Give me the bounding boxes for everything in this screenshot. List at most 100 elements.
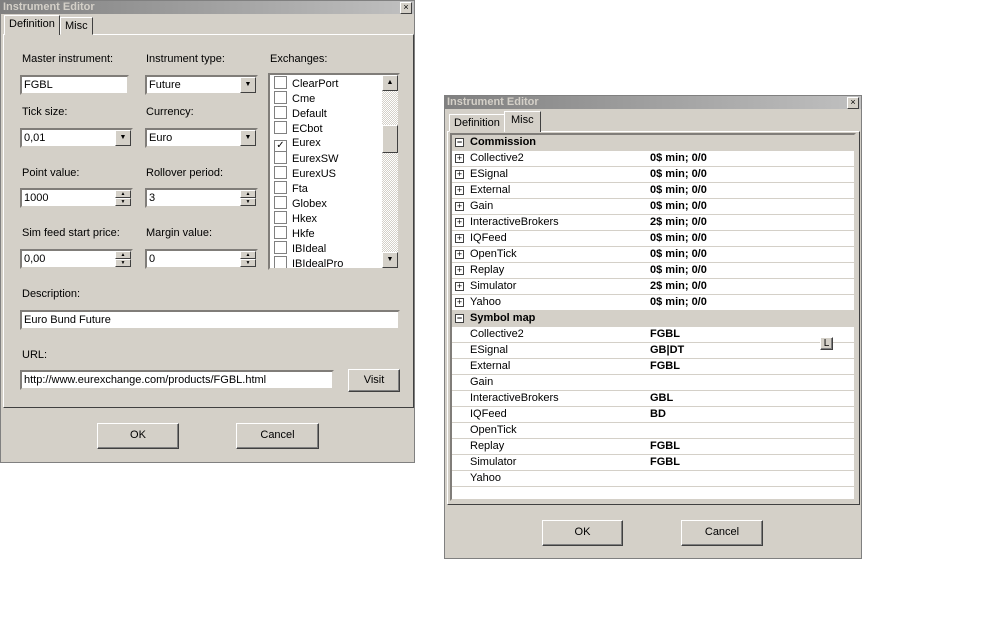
url-input[interactable]: http://www.eurexchange.com/products/FGBL… xyxy=(20,370,334,390)
tab-misc[interactable]: Misc xyxy=(60,17,93,35)
grid-row[interactable]: + Yahoo 0$ min; 0/0 xyxy=(452,295,854,311)
grid-row[interactable]: External FGBL xyxy=(452,359,854,375)
checkbox[interactable] xyxy=(274,166,287,179)
property-value[interactable]: FGBL xyxy=(647,455,854,470)
spin-down-icon[interactable]: ▼ xyxy=(115,198,131,206)
property-value[interactable]: 0$ min; 0/0 xyxy=(647,151,854,166)
exchange-item[interactable]: EurexSW xyxy=(274,151,338,166)
spin-up-icon[interactable]: ▲ xyxy=(240,190,256,198)
expand-icon[interactable]: + xyxy=(455,282,464,291)
expand-icon[interactable]: + xyxy=(455,186,464,195)
property-value[interactable]: 0$ min; 0/0 xyxy=(647,199,854,214)
property-value[interactable]: FGBL xyxy=(647,439,854,454)
spin-up-icon[interactable]: ▲ xyxy=(115,251,131,259)
close-icon[interactable]: × xyxy=(847,97,859,109)
exchange-item[interactable]: Default xyxy=(274,106,327,121)
ok-button[interactable]: OK xyxy=(97,423,179,449)
expand-icon[interactable]: + xyxy=(455,202,464,211)
exchange-item[interactable]: Hkfe xyxy=(274,226,315,241)
spin-down-icon[interactable]: ▼ xyxy=(115,259,131,267)
cancel-button[interactable]: Cancel xyxy=(681,520,763,546)
grid-row[interactable]: + ESignal 0$ min; 0/0 xyxy=(452,167,854,183)
grid-row[interactable]: + IQFeed 0$ min; 0/0 xyxy=(452,231,854,247)
grid-row[interactable]: ESignal GB|DT xyxy=(452,343,854,359)
grid-row[interactable]: Replay FGBL xyxy=(452,439,854,455)
exchange-item[interactable]: Globex xyxy=(274,196,327,211)
scrollbar[interactable]: ▲ ▼ xyxy=(382,75,398,268)
property-value[interactable]: 0$ min; 0/0 xyxy=(647,295,854,310)
property-value[interactable]: FGBL xyxy=(647,359,854,374)
checkbox[interactable] xyxy=(274,211,287,224)
checkbox[interactable] xyxy=(274,196,287,209)
spin-up-icon[interactable]: ▲ xyxy=(115,190,131,198)
rollover-period-spinner[interactable]: 3 ▲ ▼ xyxy=(145,188,258,208)
instrument-type-select[interactable]: Future ▼ xyxy=(145,75,258,95)
exchange-item[interactable]: Hkex xyxy=(274,211,317,226)
property-grid[interactable]: − Commission + Collective2 0$ min; 0/0 + ESign… xyxy=(450,133,856,501)
property-value[interactable]: 0$ min; 0/0 xyxy=(647,247,854,262)
expand-icon[interactable]: + xyxy=(455,266,464,275)
exchange-item[interactable]: ECbot xyxy=(274,121,323,136)
exchange-item[interactable]: Fta xyxy=(274,181,308,196)
property-value[interactable]: 2$ min; 0/0 xyxy=(647,215,854,230)
grid-row[interactable]: + Collective2 0$ min; 0/0 xyxy=(452,151,854,167)
property-value[interactable]: 2$ min; 0/0 xyxy=(647,279,854,294)
exchanges-list[interactable]: ClearPort Cme Default ECbot ✓ Eurex EurexSW Eur… xyxy=(268,73,400,270)
chevron-down-icon[interactable]: ▼ xyxy=(115,130,131,146)
grid-row[interactable]: IQFeed BD xyxy=(452,407,854,423)
expand-icon[interactable]: + xyxy=(455,298,464,307)
exchange-item[interactable]: ClearPort xyxy=(274,76,338,91)
sim-feed-spinner[interactable]: 0,00 ▲ ▼ xyxy=(20,249,133,269)
property-value[interactable]: 0$ min; 0/0 xyxy=(647,263,854,278)
expand-icon[interactable]: + xyxy=(455,170,464,179)
checkbox[interactable] xyxy=(274,76,287,89)
chevron-down-icon[interactable]: ▼ xyxy=(240,77,256,93)
l-button[interactable]: L xyxy=(820,337,833,350)
property-value[interactable]: GBL xyxy=(647,391,854,406)
spin-up-icon[interactable]: ▲ xyxy=(240,251,256,259)
tick-size-select[interactable]: 0,01 ▼ xyxy=(20,128,133,148)
property-value[interactable]: 0$ min; 0/0 xyxy=(647,231,854,246)
spin-down-icon[interactable]: ▼ xyxy=(240,198,256,206)
checkbox[interactable] xyxy=(274,241,287,254)
property-value[interactable]: 0$ min; 0/0 xyxy=(647,183,854,198)
exchange-item[interactable]: EurexUS xyxy=(274,166,336,181)
scroll-down-icon[interactable]: ▼ xyxy=(382,252,398,268)
property-value[interactable] xyxy=(647,423,854,438)
property-value[interactable] xyxy=(647,375,854,390)
grid-row[interactable]: Collective2 FGBL xyxy=(452,327,854,343)
visit-button[interactable]: Visit xyxy=(348,369,400,392)
exchange-item[interactable]: ✓ Eurex xyxy=(274,136,321,153)
category-symbol-map[interactable]: − Symbol map xyxy=(452,311,854,327)
exchange-item[interactable]: IBIdealPro xyxy=(274,256,343,268)
property-value[interactable] xyxy=(647,471,854,486)
grid-row[interactable]: + Gain 0$ min; 0/0 xyxy=(452,199,854,215)
grid-row[interactable]: + External 0$ min; 0/0 xyxy=(452,183,854,199)
collapse-icon[interactable]: − xyxy=(455,138,464,147)
grid-row[interactable]: Gain xyxy=(452,375,854,391)
grid-row[interactable]: Simulator FGBL xyxy=(452,455,854,471)
checkbox[interactable] xyxy=(274,226,287,239)
expand-icon[interactable]: + xyxy=(455,154,464,163)
checkbox[interactable] xyxy=(274,106,287,119)
margin-value-spinner[interactable]: 0 ▲ ▼ xyxy=(145,249,258,269)
tab-definition[interactable]: Definition xyxy=(4,15,60,35)
ok-button[interactable]: OK xyxy=(542,520,623,546)
scroll-thumb[interactable] xyxy=(382,125,398,153)
expand-icon[interactable]: + xyxy=(455,218,464,227)
expand-icon[interactable]: + xyxy=(455,234,464,243)
expand-icon[interactable]: + xyxy=(455,250,464,259)
property-value[interactable]: BD xyxy=(647,407,854,422)
grid-row[interactable]: + Replay 0$ min; 0/0 xyxy=(452,263,854,279)
checkbox[interactable] xyxy=(274,181,287,194)
checkbox[interactable] xyxy=(274,256,287,268)
scroll-up-icon[interactable]: ▲ xyxy=(382,75,398,91)
tab-misc[interactable]: Misc xyxy=(504,111,541,132)
spin-down-icon[interactable]: ▼ xyxy=(240,259,256,267)
master-instrument-input[interactable]: FGBL xyxy=(20,75,129,95)
exchange-item[interactable]: Cme xyxy=(274,91,315,106)
grid-row[interactable]: + OpenTick 0$ min; 0/0 xyxy=(452,247,854,263)
grid-row[interactable]: + InteractiveBrokers 2$ min; 0/0 xyxy=(452,215,854,231)
grid-row[interactable]: InteractiveBrokers GBL xyxy=(452,391,854,407)
tab-definition[interactable]: Definition xyxy=(449,114,505,132)
